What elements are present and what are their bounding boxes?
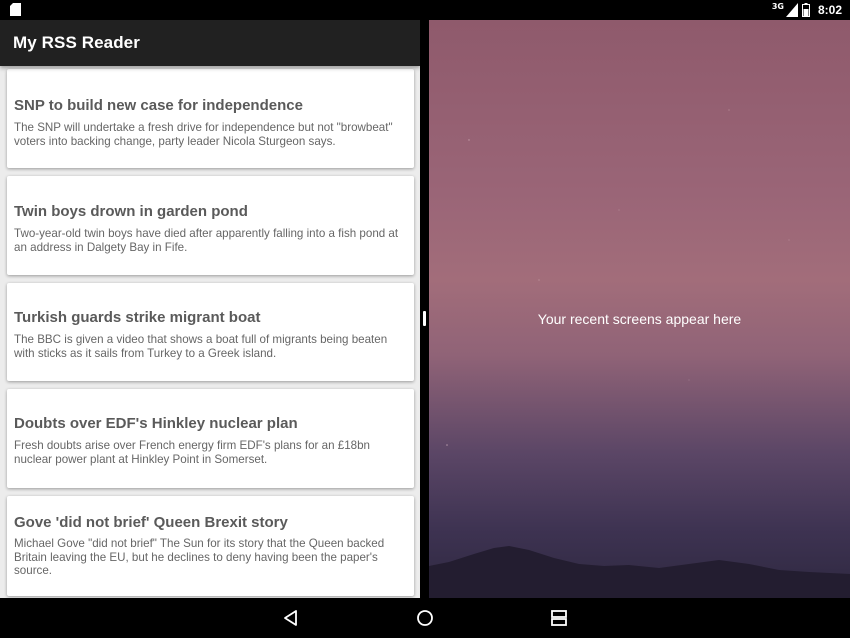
mountain-silhouette bbox=[429, 546, 850, 598]
divider-handle[interactable] bbox=[423, 311, 426, 326]
app-title: My RSS Reader bbox=[13, 33, 140, 52]
clock: 8:02 bbox=[817, 3, 842, 17]
article-card[interactable]: Twin boys drown in garden pond Two-year-… bbox=[7, 176, 414, 275]
rss-app-window: My RSS Reader SNP to build new case for … bbox=[0, 20, 420, 598]
recents-empty-message: Your recent screens appear here bbox=[537, 311, 742, 327]
starfield-background bbox=[446, 109, 790, 446]
back-icon[interactable] bbox=[279, 606, 303, 630]
home-icon[interactable] bbox=[413, 606, 437, 630]
article-feed[interactable]: SNP to build new case for independence T… bbox=[0, 66, 420, 598]
navigation-bar bbox=[0, 598, 850, 638]
signal-icon bbox=[785, 3, 798, 17]
article-title: Twin boys drown in garden pond bbox=[14, 203, 248, 220]
network-type-label: 3G bbox=[771, 1, 784, 11]
recents-icon[interactable] bbox=[547, 606, 571, 630]
article-title: Gove 'did not brief' Queen Brexit story bbox=[14, 514, 288, 531]
article-card[interactable]: SNP to build new case for independence T… bbox=[7, 69, 414, 168]
article-card[interactable]: Doubts over EDF's Hinkley nuclear plan F… bbox=[7, 389, 414, 488]
article-description: Two-year-old twin boys have died after a… bbox=[14, 227, 399, 254]
sd-card-icon bbox=[10, 3, 21, 16]
status-bar: 3G 8:02 bbox=[0, 0, 850, 20]
article-title: SNP to build new case for independence bbox=[14, 97, 303, 114]
recents-pane: Your recent screens appear here bbox=[429, 20, 850, 598]
article-description: The SNP will undertake a fresh drive for… bbox=[14, 121, 393, 148]
app-toolbar: My RSS Reader bbox=[0, 20, 420, 66]
split-screen-divider[interactable] bbox=[420, 20, 429, 598]
article-description: The BBC is given a video that shows a bo… bbox=[14, 333, 388, 360]
status-icons: 3G 8:02 bbox=[772, 2, 842, 18]
article-card[interactable]: Turkish guards strike migrant boat The B… bbox=[7, 283, 414, 381]
article-description: Fresh doubts arise over French energy fi… bbox=[14, 439, 370, 466]
article-card[interactable]: Gove 'did not brief' Queen Brexit story … bbox=[7, 496, 414, 596]
battery-icon bbox=[801, 3, 810, 17]
article-title: Doubts over EDF's Hinkley nuclear plan bbox=[14, 415, 298, 432]
article-description: Michael Gove "did not brief" The Sun for… bbox=[14, 537, 385, 578]
article-title: Turkish guards strike migrant boat bbox=[14, 309, 261, 326]
